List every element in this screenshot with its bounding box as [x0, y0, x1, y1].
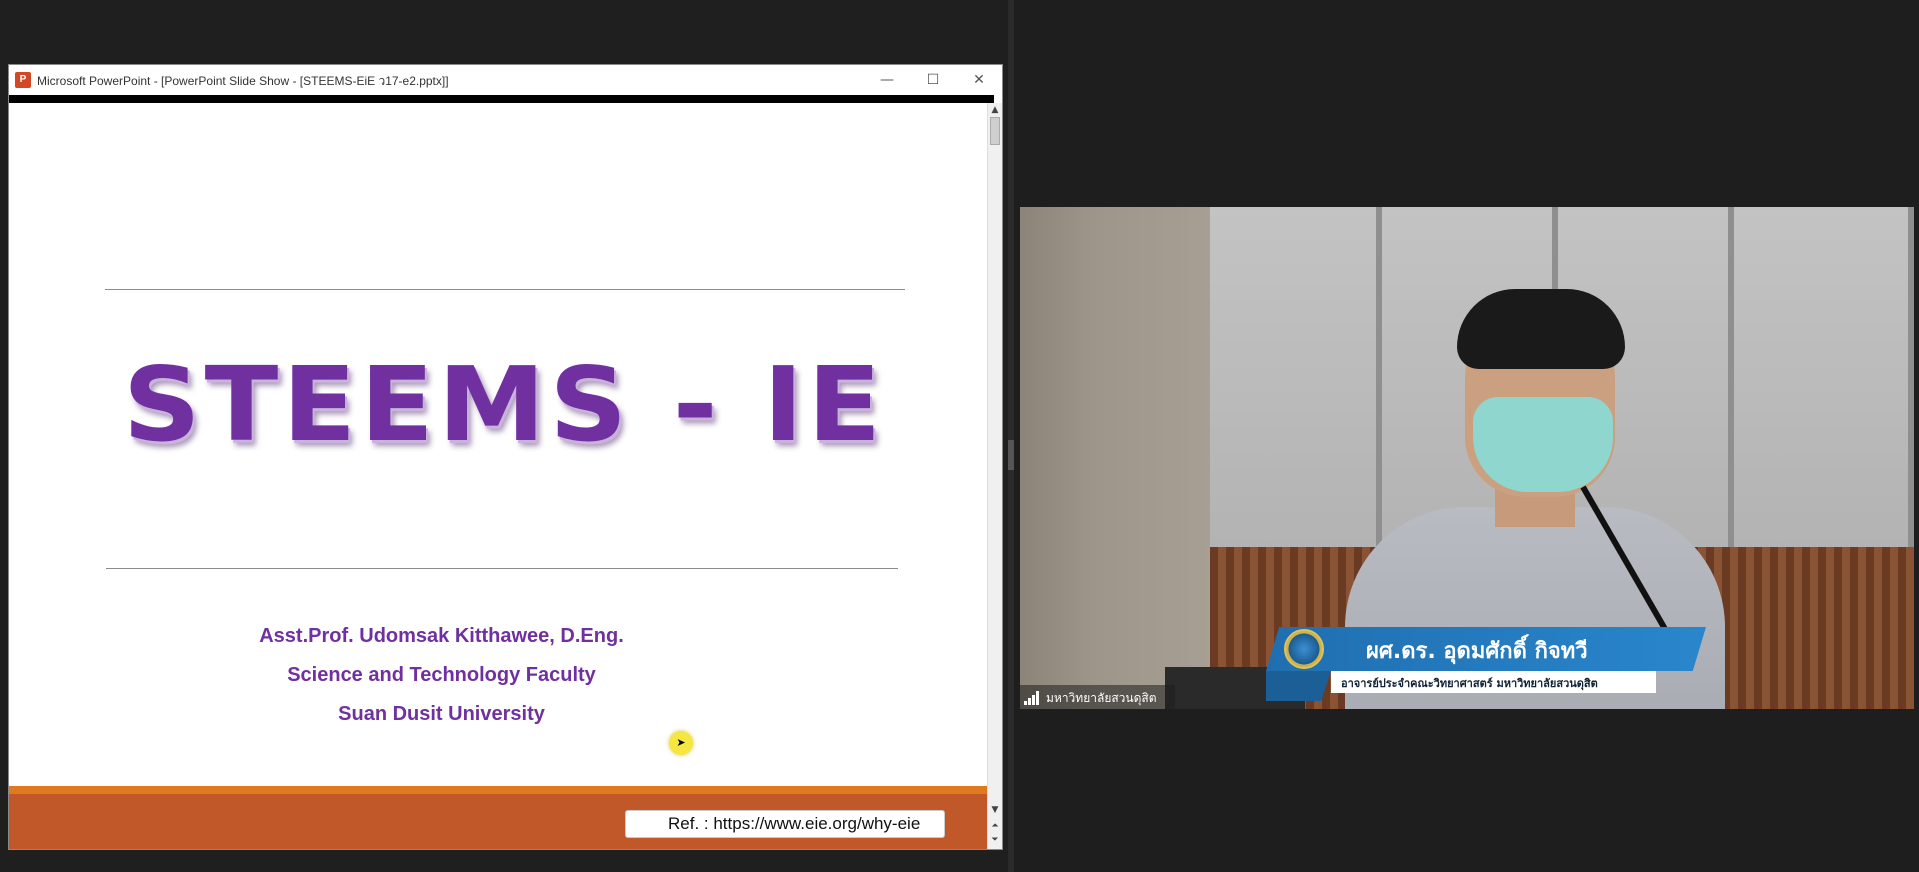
- pointer-cursor-icon: ➤: [669, 731, 693, 755]
- wall-panel: [1734, 207, 1914, 547]
- close-button[interactable]: ✕: [956, 65, 1002, 95]
- signal-strength-icon: [1024, 691, 1040, 705]
- presenter-name: ผศ.ดร. อุดมศักดิ์ กิจทวี: [1366, 639, 1588, 664]
- nameplate-accent: [1266, 671, 1331, 701]
- slide-title: STEEMS - IE: [122, 346, 886, 465]
- presenter-video[interactable]: ผศ.ดร. อุดมศักดิ์ กิจทวี อาจารย์ประจำคณะ…: [1020, 207, 1914, 709]
- scroll-up-icon[interactable]: ▲: [988, 103, 1002, 117]
- pane-divider[interactable]: [1008, 0, 1014, 872]
- presenter-hair: [1457, 289, 1625, 369]
- signal-bar-segment: [1032, 695, 1035, 705]
- next-slide-icon[interactable]: ⏷: [988, 833, 1002, 847]
- slide-top-border: [9, 95, 994, 103]
- presenter-nameplate: ผศ.ดร. อุดมศักดิ์ กิจทวี อาจารย์ประจำคณะ…: [1266, 627, 1706, 703]
- presenter-role: อาจารย์ประจำคณะวิทยาศาสตร์ มหาวิทยาลัยสว…: [1341, 677, 1598, 690]
- reference-link[interactable]: Ref. : https://www.eie.org/why-eie: [625, 810, 945, 838]
- maximize-button[interactable]: ☐: [910, 65, 956, 95]
- window-title: Microsoft PowerPoint - [PowerPoint Slide…: [37, 74, 449, 88]
- university-logo-icon: [1284, 629, 1324, 669]
- screen: P Microsoft PowerPoint - [PowerPoint Sli…: [0, 0, 1919, 872]
- participant-label-bar: มหาวิทยาลัยสวนดุสิต: [1020, 685, 1175, 709]
- screen-share-pane: P Microsoft PowerPoint - [PowerPoint Sli…: [0, 0, 1008, 872]
- pane-resize-handle[interactable]: [1008, 440, 1014, 470]
- previous-slide-icon[interactable]: ⏶: [988, 819, 1002, 833]
- vertical-scrollbar[interactable]: ▲ ▼ ⏶ ⏷: [987, 103, 1002, 849]
- scroll-thumb[interactable]: [990, 117, 1000, 145]
- university-name: Suan Dusit University: [338, 703, 545, 725]
- signal-bar-segment: [1036, 691, 1039, 705]
- author-name: Asst.Prof. Udomsak Kitthawee, D.Eng.: [259, 625, 624, 647]
- slide-canvas[interactable]: STEEMS - IE Asst.Prof. Udomsak Kitthawee…: [9, 103, 987, 849]
- face-mask: [1473, 397, 1613, 492]
- scroll-down-icon[interactable]: ▼: [988, 803, 1002, 817]
- video-wall-left: [1020, 207, 1210, 709]
- signal-bar-segment: [1028, 698, 1031, 705]
- title-top-rule: [105, 289, 905, 290]
- title-bottom-rule: [106, 568, 898, 569]
- participant-name: มหาวิทยาลัยสวนดุสิต: [1046, 691, 1157, 705]
- signal-bar-segment: [1024, 701, 1027, 705]
- powerpoint-window: P Microsoft PowerPoint - [PowerPoint Sli…: [8, 64, 1003, 850]
- faculty-name: Science and Technology Faculty: [287, 664, 596, 686]
- footer-orange-band: [9, 786, 987, 794]
- minimize-button[interactable]: —: [864, 65, 910, 95]
- window-titlebar[interactable]: P Microsoft PowerPoint - [PowerPoint Sli…: [9, 65, 1002, 95]
- powerpoint-icon: P: [15, 72, 31, 88]
